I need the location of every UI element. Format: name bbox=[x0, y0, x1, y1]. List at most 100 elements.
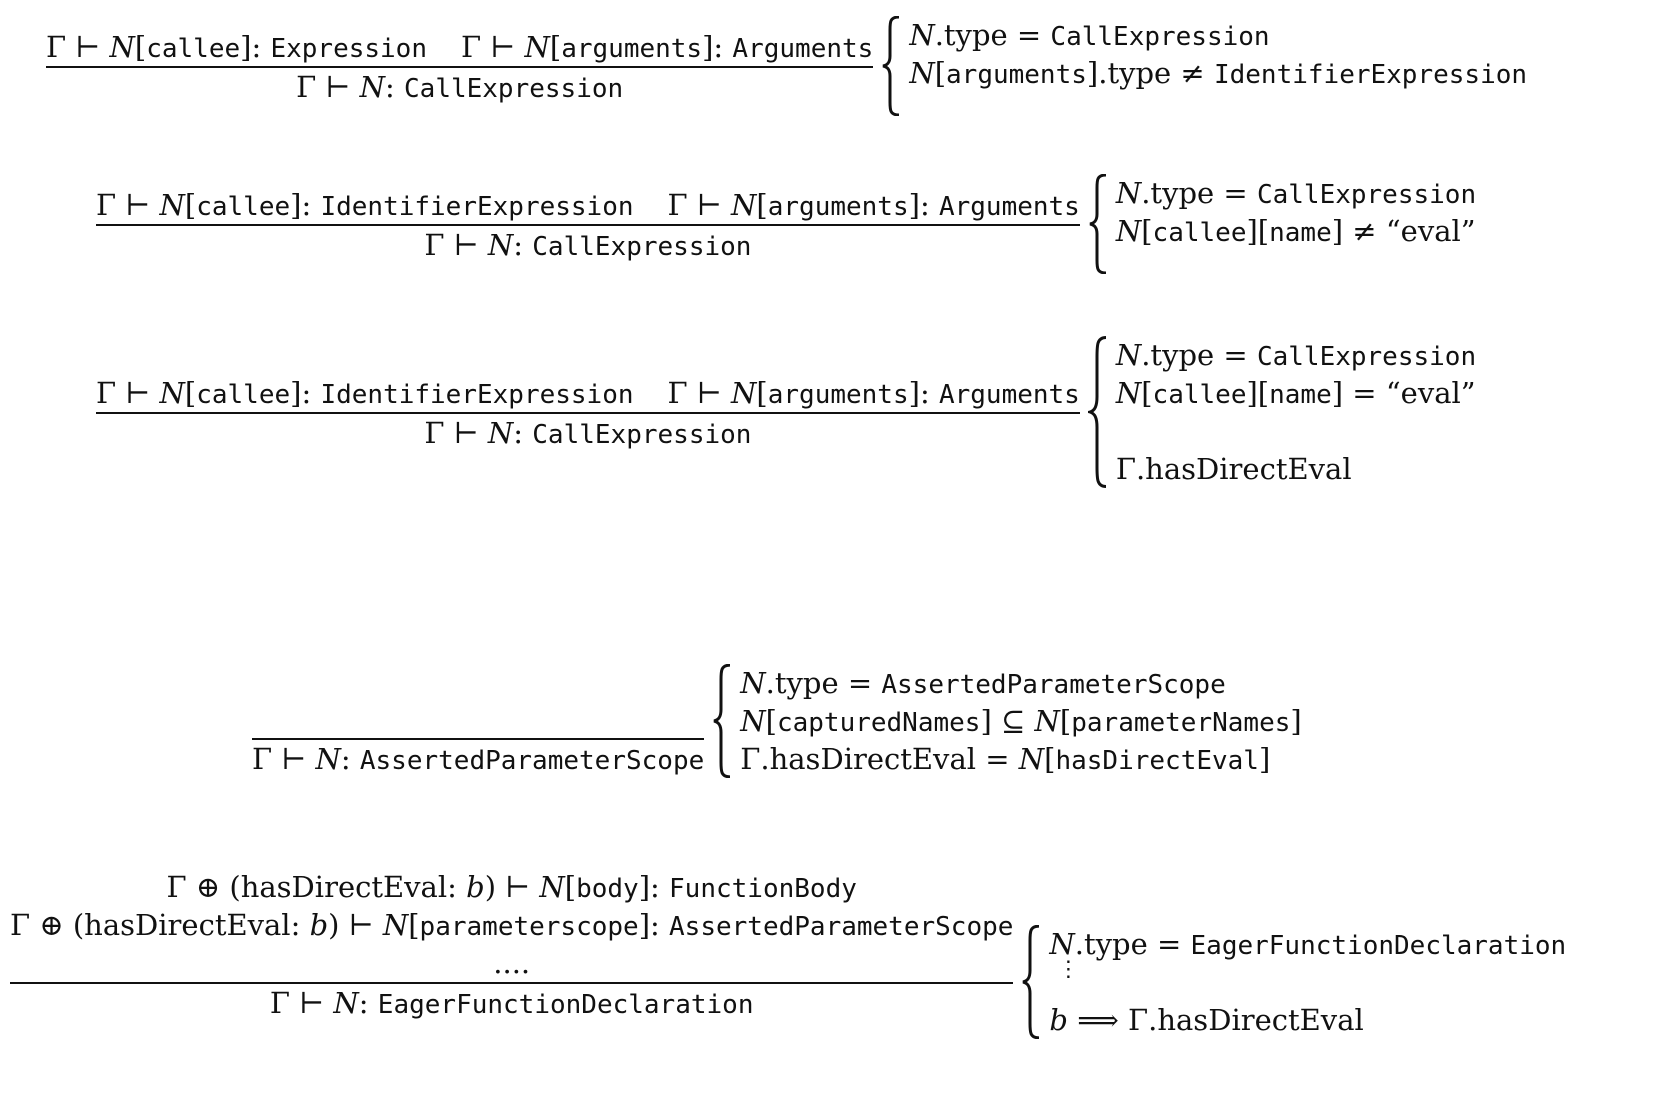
operator: = bbox=[1214, 338, 1257, 372]
judgment: Γ ⊢ N[arguments]: Arguments bbox=[668, 186, 1080, 224]
type-name: EagerFunctionDeclaration bbox=[377, 990, 754, 1020]
bracket: ] bbox=[908, 376, 920, 410]
bracket: [ bbox=[549, 30, 562, 64]
inference-rule: Γ ⊢ N[callee]: IdentifierExpression Γ ⊢ N… bbox=[96, 336, 1476, 488]
context: Γ ⊢ bbox=[96, 188, 160, 222]
colon: : bbox=[513, 228, 533, 262]
conclusion: Γ ⊢ N: EagerFunctionDeclaration bbox=[270, 984, 754, 1022]
bracket: ] bbox=[1246, 214, 1258, 248]
type-name: Arguments bbox=[938, 380, 1080, 410]
bracket: ] bbox=[1258, 742, 1271, 776]
node-var: N bbox=[539, 870, 565, 904]
bracket: ] bbox=[290, 376, 302, 410]
side-condition: Γ.hasDirectEval bbox=[1116, 450, 1476, 488]
colon: : bbox=[251, 30, 271, 64]
operator: = bbox=[976, 742, 1019, 776]
node-var: N bbox=[159, 376, 185, 410]
field-key: name bbox=[1269, 380, 1332, 410]
bracket: [ bbox=[1059, 704, 1072, 738]
node-var: N bbox=[1115, 338, 1142, 372]
bracket: ] bbox=[1331, 214, 1344, 248]
condition-list: N.type = CallExpression N[callee][name] ≠… bbox=[1110, 174, 1476, 274]
type-name: Expression bbox=[270, 34, 427, 64]
left-brace bbox=[1021, 925, 1043, 1039]
type-name: AssertedParameterScope bbox=[669, 912, 1014, 942]
node-var: N bbox=[1018, 742, 1045, 776]
context-close: ) ⊢ bbox=[328, 908, 383, 942]
node-var: N bbox=[740, 704, 766, 738]
context: Γ ⊢ bbox=[96, 376, 160, 410]
context: Γ ⊢ bbox=[46, 30, 110, 64]
type-name: CallExpression bbox=[532, 232, 752, 262]
bracket: ] bbox=[1331, 376, 1344, 410]
operator: = bbox=[1343, 376, 1386, 410]
condition-list: N.type = CallExpression N[arguments].type… bbox=[903, 16, 1527, 116]
context: Γ ⊢ bbox=[667, 376, 732, 410]
judgment: Γ ⊢ N[callee]: IdentifierExpression bbox=[96, 374, 634, 412]
field-key: callee bbox=[1152, 218, 1247, 248]
condition-list: N.type = AssertedParameterScope N[capture… bbox=[734, 664, 1301, 778]
bracket: [ bbox=[1257, 214, 1270, 248]
type-name: Arguments bbox=[732, 34, 874, 64]
field-key: callee bbox=[196, 380, 291, 410]
context-close: ) ⊢ bbox=[484, 870, 540, 904]
bracket: ] bbox=[1290, 704, 1302, 738]
side-conditions: N.type = AssertedParameterScope N[capture… bbox=[712, 664, 1302, 778]
conclusion: Γ ⊢ N: CallExpression bbox=[296, 68, 623, 106]
side-conditions: N.type = CallExpression N[callee][name] =… bbox=[1088, 336, 1476, 488]
field: .type bbox=[1098, 56, 1172, 90]
node-var: N bbox=[740, 666, 766, 700]
node-var: N bbox=[909, 56, 935, 90]
node-var: N bbox=[1034, 704, 1060, 738]
type-name: CallExpression bbox=[1256, 180, 1477, 210]
premise-row: Γ ⊕ (hasDirectEval: b) ⊢ N[body]: Functi… bbox=[167, 868, 857, 906]
field-key: callee bbox=[1152, 380, 1247, 410]
inference-rule: Γ ⊢ N[callee]: IdentifierExpression Γ ⊢ N… bbox=[96, 174, 1476, 274]
type-name: FunctionBody bbox=[669, 874, 857, 904]
node-var: N bbox=[731, 376, 757, 410]
field-key: callee bbox=[146, 34, 241, 64]
field-key: body bbox=[576, 874, 639, 904]
rule-fraction: Γ ⊢ N: AssertedParameterScope bbox=[252, 738, 705, 778]
bracket: [ bbox=[1141, 214, 1153, 248]
colon: : bbox=[358, 986, 378, 1020]
vertical-dots: ⋮ bbox=[1057, 957, 1080, 982]
colon: : bbox=[919, 188, 939, 222]
node-var: N bbox=[1115, 376, 1142, 410]
type-name: AssertedParameterScope bbox=[881, 670, 1226, 700]
conclusion: Γ ⊢ N: AssertedParameterScope bbox=[252, 740, 704, 778]
condition-list: N.type = CallExpression N[callee][name] =… bbox=[1110, 336, 1476, 488]
bool-var: b bbox=[466, 870, 485, 904]
type-name: AssertedParameterScope bbox=[359, 746, 705, 776]
side-condition: Γ.hasDirectEval = N[hasDirectEval] bbox=[740, 740, 1301, 778]
brace-wrap bbox=[1088, 174, 1110, 274]
node-var: N bbox=[487, 416, 514, 450]
context: Γ ⊕ (hasDirectEval: bbox=[166, 870, 467, 904]
bracket: ] bbox=[1086, 56, 1099, 90]
node-var: N bbox=[909, 18, 935, 52]
side-condition: N.type = CallExpression bbox=[1116, 336, 1476, 374]
field: .type bbox=[765, 666, 839, 700]
string-literal: “eval” bbox=[1385, 376, 1476, 410]
judgment: Γ ⊢ N[arguments]: Arguments bbox=[461, 28, 873, 66]
premise-row: Γ ⊢ N[callee]: IdentifierExpression Γ ⊢ N… bbox=[96, 374, 1080, 412]
field-key: parameterscope bbox=[419, 912, 639, 942]
bool-var: b bbox=[309, 908, 329, 942]
rule-fraction: Γ ⊢ N[callee]: IdentifierExpression Γ ⊢ N… bbox=[96, 186, 1080, 264]
bracket: [ bbox=[184, 376, 197, 410]
bracket: [ bbox=[1257, 376, 1270, 410]
colon: : bbox=[650, 908, 670, 942]
inference-rule: Γ ⊢ N [ callee]: Expression Γ ⊢ N[arguments… bbox=[46, 16, 1527, 116]
operator: = bbox=[838, 666, 882, 700]
brace-wrap bbox=[712, 664, 734, 778]
context: Γ ⊢ bbox=[424, 416, 488, 450]
type-name: IdentifierExpression bbox=[320, 380, 634, 410]
side-condition: b ⟹ Γ.hasDirectEval bbox=[1049, 1001, 1566, 1039]
judgment: Γ ⊢ N[arguments]: Arguments bbox=[668, 374, 1080, 412]
node-var: N bbox=[731, 188, 757, 222]
judgment: Γ ⊕ (hasDirectEval: b) ⊢ N[parameterscop… bbox=[10, 906, 1013, 944]
bool-var: b bbox=[1049, 1003, 1068, 1037]
type-name: CallExpression bbox=[1256, 342, 1477, 372]
field-key: capturedNames bbox=[776, 708, 981, 738]
